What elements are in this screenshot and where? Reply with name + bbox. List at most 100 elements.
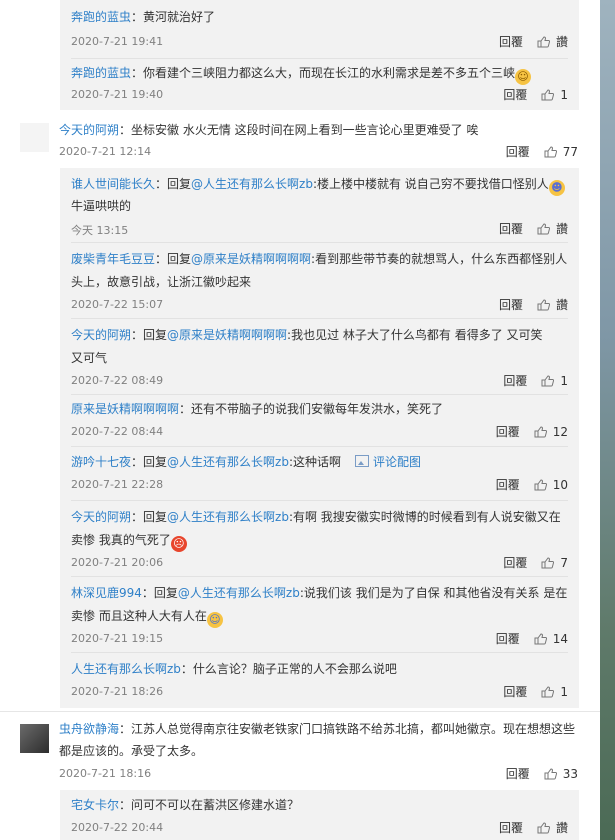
reply-text-cont: 又可气 (71, 351, 108, 365)
reply-item: 废柴青年毛豆豆：回复@原来是妖精啊啊啊啊:看到那些带节奏的就想骂人，什么东西都怪… (71, 242, 568, 319)
user-name-link[interactable]: 奔跑的蓝虫 (71, 66, 131, 80)
reply-text: ：什么言论？脑子正常的人不会那么说吧 (180, 662, 397, 676)
like-button[interactable]: 讚 (556, 35, 568, 49)
reply-button[interactable]: 回覆 (506, 145, 530, 159)
timestamp: 2020-7-21 19:15 (71, 632, 164, 645)
reply-button[interactable]: 回覆 (499, 298, 523, 312)
reply-button[interactable]: 回覆 (499, 35, 523, 49)
like-count: 10 (552, 478, 568, 492)
reply-item: 谁人世间能长久：回复@人生还有那么长啊zb:楼上楼中楼就有 说自己穷不要找借口怪… (71, 168, 568, 243)
user-name-link[interactable]: 宅女卡尔 (71, 798, 119, 812)
comment-item: 虫舟欲静海：江苏人总觉得南京往安徽老铁家门口搞铁路不给苏北搞，都叫她徽京。现在想… (0, 714, 600, 786)
reply-button[interactable]: 回覆 (503, 88, 527, 102)
like-count: 7 (560, 556, 568, 570)
reply-button[interactable]: 回覆 (499, 821, 523, 835)
reply-item: 今天的阿朔：回复@人生还有那么长啊zb:有啊 我搜安徽实时微博的时候看到有人说安… (71, 500, 568, 577)
user-name-link[interactable]: 今天的阿朔 (59, 123, 119, 137)
reply-text-cont: 牛逼哄哄的 (71, 199, 132, 213)
reply-text: ：黄河就治好了 (131, 10, 216, 24)
reply-button[interactable]: 回覆 (496, 632, 520, 646)
reply-text: :说我们该 我们是为了自保 和其他省没有关系 是在 (299, 586, 568, 600)
user-name-link[interactable]: 奔跑的蓝虫 (71, 10, 131, 24)
like-count: 1 (560, 374, 568, 388)
user-name-link[interactable]: 谁人世间能长久 (71, 177, 155, 191)
timestamp: 2020-7-21 18:16 (59, 767, 152, 780)
laughing-emoji-icon: ☺ (515, 69, 532, 85)
thumbs-up-icon[interactable] (541, 557, 555, 569)
facepalm-emoji-icon: ☺ (206, 612, 223, 628)
thumbs-up-icon[interactable] (541, 686, 555, 698)
timestamp: 2020-7-21 19:40 (71, 88, 164, 101)
reply-button[interactable]: 回覆 (499, 222, 523, 236)
reply-item: 奔跑的蓝虫：黄河就治好了 2020-7-21 19:41 回覆 讚 (71, 0, 568, 59)
mention-link[interactable]: @原来是妖精啊啊啊啊 (191, 252, 311, 266)
reply-item: 林深见鹿994：回复@人生还有那么长啊zb:说我们该 我们是为了自保 和其他省没… (71, 576, 568, 653)
reply-button[interactable]: 回覆 (496, 478, 520, 492)
thumbs-up-icon[interactable] (534, 479, 547, 491)
reply-button[interactable]: 回覆 (503, 556, 527, 570)
user-name-link[interactable]: 游吟十七夜 (71, 455, 131, 469)
avatar[interactable] (20, 724, 49, 753)
like-count: 14 (552, 632, 568, 646)
reply-item: 奔跑的蓝虫：你看建个三峡阻力都这么大，而现在长江的水利需求是差不多五个三峡 ☺ 2… (71, 58, 568, 110)
thumbs-up-icon[interactable] (537, 223, 550, 235)
reply-thread-1: 奔跑的蓝虫：黄河就治好了 2020-7-21 19:41 回覆讚 奔跑的蓝虫：你… (60, 0, 579, 110)
thumbs-up-icon[interactable] (534, 426, 547, 438)
mention-link[interactable]: @人生还有那么长啊zb (167, 455, 289, 469)
thumbs-up-icon[interactable] (541, 375, 555, 387)
thumbs-up-icon[interactable] (537, 36, 550, 48)
like-button[interactable]: 讚 (556, 222, 568, 236)
timestamp: 2020-7-21 20:06 (71, 556, 164, 569)
like-count: 77 (562, 145, 578, 159)
comment-text: ：江苏人总觉得南京往安徽老铁家门口搞铁路不给苏北搞，都叫她徽京。现在想想这些 (119, 722, 576, 736)
comment-panel: 奔跑的蓝虫：黄河就治好了 2020-7-21 19:41 回覆讚 奔跑的蓝虫：你… (0, 0, 600, 840)
thumbs-up-icon[interactable] (534, 633, 547, 645)
like-button[interactable]: 讚 (556, 821, 568, 835)
user-name-link[interactable]: 人生还有那么长啊zb (71, 662, 181, 676)
comment-actions: 回覆 77 (506, 143, 578, 160)
reply-thread-2: 谁人世间能长久：回复@人生还有那么长啊zb:楼上楼中楼就有 说自己穷不要找借口怪… (60, 168, 579, 708)
image-icon (355, 455, 369, 467)
like-button[interactable]: 讚 (556, 298, 568, 312)
mention-link[interactable]: @人生还有那么长啊zb (178, 586, 300, 600)
angry-emoji-icon: ☹ (170, 536, 187, 552)
reply-text: ：还有不带脑子的说我们安徽每年发洪水，笑死了 (179, 402, 444, 416)
reply-button[interactable]: 回覆 (503, 374, 527, 388)
reply-button[interactable]: 回覆 (506, 767, 530, 781)
reply-item: 人生还有那么长啊zb：什么言论？脑子正常的人不会那么说吧 2020-7-21 1… (71, 652, 568, 708)
reply-actions: 回覆 讚 (499, 296, 568, 313)
like-count: 1 (560, 685, 568, 699)
mention-link[interactable]: @人生还有那么长啊zb (191, 177, 313, 191)
user-name-link[interactable]: 原来是妖精啊啊啊啊 (71, 402, 179, 416)
mention-link[interactable]: @原来是妖精啊啊啊啊 (167, 328, 287, 342)
mention-link[interactable]: @人生还有那么长啊zb (167, 510, 289, 524)
reply-button[interactable]: 回覆 (503, 685, 527, 699)
user-name-link[interactable]: 今天的阿朔 (71, 328, 131, 342)
reply-button[interactable]: 回覆 (496, 425, 520, 439)
user-name-link[interactable]: 虫舟欲静海 (59, 722, 119, 736)
like-count: 33 (562, 767, 578, 781)
timestamp: 2020-7-22 15:07 (71, 298, 164, 311)
user-name-link[interactable]: 废柴青年毛豆豆 (71, 252, 155, 266)
avatar[interactable] (20, 123, 49, 152)
thumbs-up-icon[interactable] (544, 768, 557, 780)
reply-actions: 回覆 1 (503, 86, 568, 103)
reply-item: 宅女卡尔：问可不可以在蓄洪区修建水道？ 2020-7-22 20:44 回覆 讚 (71, 790, 568, 840)
reply-actions: 回覆 讚 (499, 819, 568, 836)
thumbs-up-icon[interactable] (544, 146, 557, 158)
comment-text-cont: 都是应该的。承受了太多。 (59, 744, 204, 758)
reply-text: :有啊 我搜安徽实时微博的时候看到有人说安徽又在 (288, 510, 561, 524)
thumbs-up-icon[interactable] (541, 89, 555, 101)
comment-image-link[interactable]: 评论配图 (373, 455, 421, 469)
reply-actions: 回覆 讚 (499, 220, 568, 237)
user-name-link[interactable]: 林深见鹿994 (71, 586, 142, 600)
background-image-strip (600, 0, 615, 840)
user-name-link[interactable]: 今天的阿朔 (71, 510, 131, 524)
timestamp: 2020-7-21 18:26 (71, 685, 164, 698)
reply-text: :看到那些带节奏的就想骂人，什么东西都怪别人 (311, 252, 568, 266)
reply-actions: 回覆 讚 (499, 33, 568, 50)
thumbs-up-icon[interactable] (537, 822, 550, 834)
reply-actions: 回覆 14 (496, 630, 568, 647)
thumbs-up-icon[interactable] (537, 299, 550, 311)
divider (0, 711, 600, 712)
